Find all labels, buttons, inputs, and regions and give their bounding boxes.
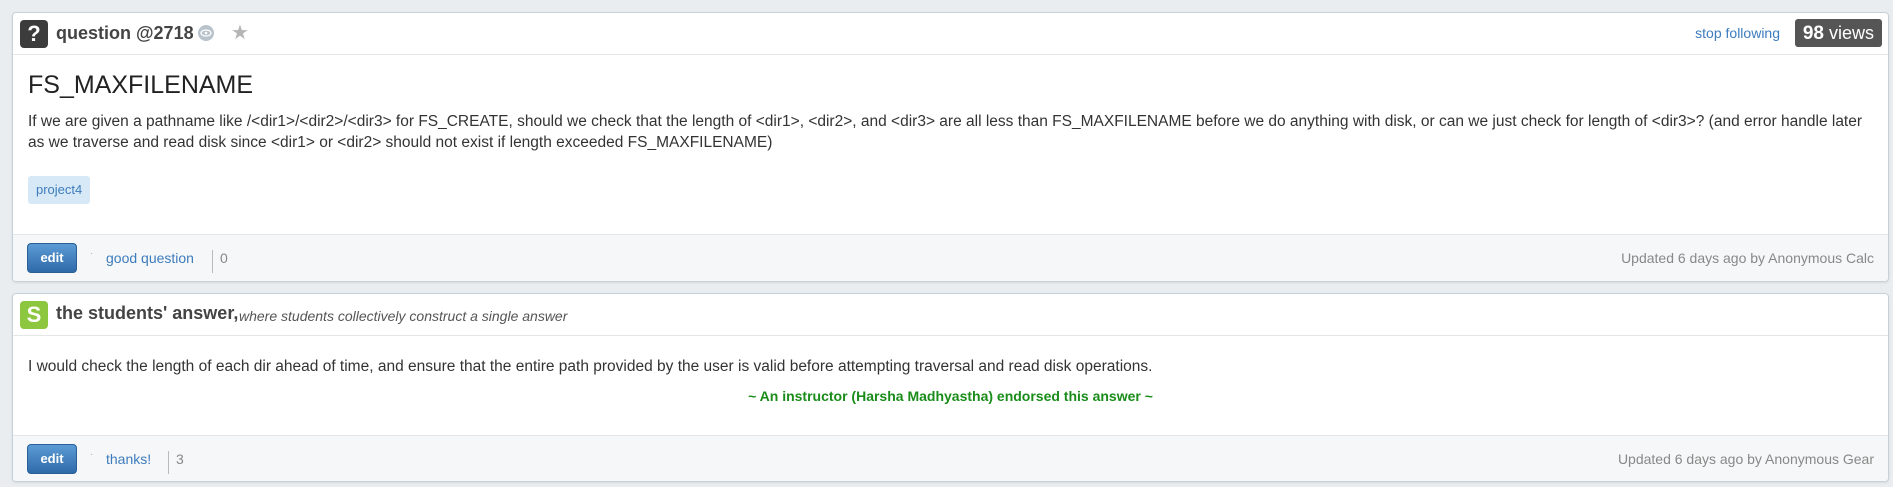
question-card: ? question @2718 ★ stop following 98 vie… bbox=[12, 12, 1889, 282]
separator-dot: · bbox=[90, 248, 94, 259]
student-answer-card: S the students' answer, where students c… bbox=[12, 293, 1889, 482]
question-title: FS_MAXFILENAME bbox=[28, 71, 254, 99]
edit-button[interactable]: edit bbox=[27, 444, 77, 474]
question-footer: edit · good question 0 Updated 6 days ag… bbox=[13, 234, 1888, 281]
question-icon: ? bbox=[20, 20, 48, 48]
edit-button[interactable]: edit bbox=[27, 243, 77, 273]
star-icon[interactable]: ★ bbox=[231, 20, 249, 45]
answer-subtitle: where students collectively construct a … bbox=[239, 308, 568, 324]
question-body: If we are given a pathname like /<dir1>/… bbox=[28, 113, 1863, 151]
answer-footer: edit · thanks! 3 Updated 6 days ago by A… bbox=[13, 435, 1888, 481]
stop-following-link[interactable]: stop following bbox=[1695, 25, 1780, 41]
answer-title: the students' answer, bbox=[56, 303, 239, 323]
eye-icon[interactable] bbox=[198, 25, 214, 41]
separator-dot: · bbox=[90, 449, 94, 460]
views-badge: 98 views bbox=[1794, 19, 1882, 47]
answer-body: I would check the length of each dir ahe… bbox=[28, 358, 1153, 375]
endorsement-text: ~ An instructor (Harsha Madhyastha) endo… bbox=[748, 388, 1153, 404]
tag-project4[interactable]: project4 bbox=[28, 176, 91, 204]
views-count: 98 bbox=[1802, 23, 1824, 44]
good-question-link[interactable]: good question bbox=[106, 250, 194, 266]
answer-header: S the students' answer, where students c… bbox=[13, 294, 1888, 336]
question-number: question @2718 bbox=[56, 23, 194, 43]
thanks-count: 3 bbox=[168, 451, 184, 474]
good-question-count: 0 bbox=[212, 250, 228, 273]
question-header: ? question @2718 ★ stop following 98 vie… bbox=[13, 13, 1888, 55]
updated-text: Updated 6 days ago by Anonymous Calc bbox=[1621, 250, 1874, 266]
updated-text: Updated 6 days ago by Anonymous Gear bbox=[1617, 451, 1874, 467]
views-label: views bbox=[1828, 23, 1874, 43]
student-answer-icon: S bbox=[20, 301, 48, 329]
thanks-link[interactable]: thanks! bbox=[106, 451, 151, 467]
